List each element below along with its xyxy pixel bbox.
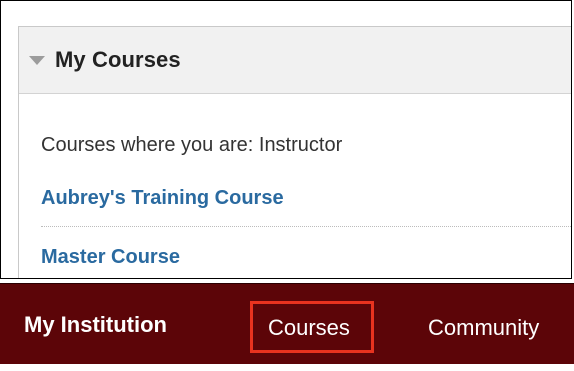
tab-courses[interactable]: Courses [268, 290, 350, 371]
tab-my-institution[interactable]: My Institution [24, 287, 167, 368]
top-navigation-bar: My Institution Courses Community [0, 283, 574, 364]
collapse-triangle-icon[interactable] [29, 56, 45, 65]
role-heading: Courses where you are: Instructor [41, 134, 343, 156]
course-link-aubreys-training[interactable]: Aubrey's Training Course [41, 183, 571, 213]
my-courses-module: My Courses Courses where you are: Instru… [18, 26, 571, 278]
module-body: Courses where you are: Instructor Aubrey… [19, 130, 571, 272]
courses-module-screenshot: My Courses Courses where you are: Instru… [0, 0, 572, 279]
module-header[interactable]: My Courses [19, 27, 571, 94]
course-link-master[interactable]: Master Course [41, 242, 571, 272]
tab-community[interactable]: Community [428, 290, 539, 371]
module-title: My Courses [55, 47, 181, 72]
course-divider [41, 226, 571, 227]
